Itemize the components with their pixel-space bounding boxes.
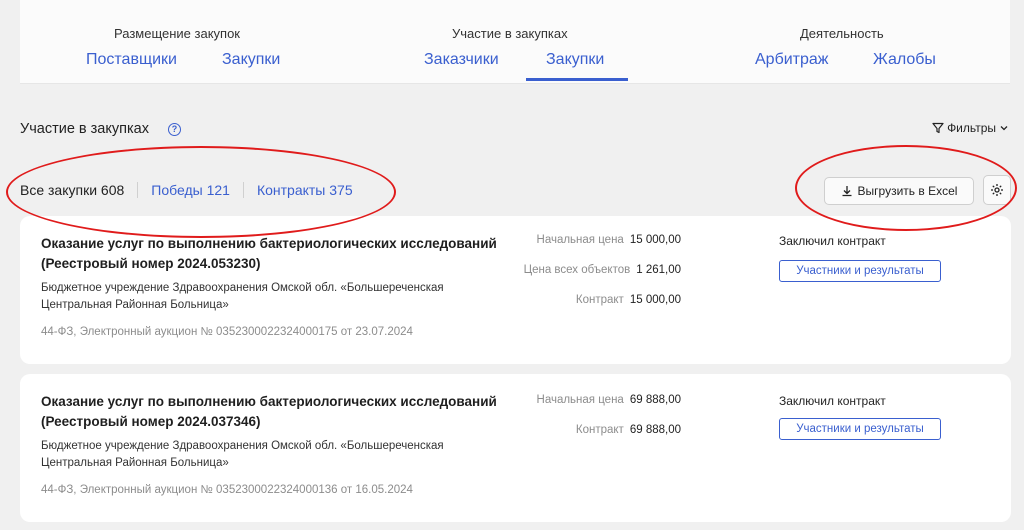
price-row: Контракт 69 888,00: [576, 424, 681, 436]
price-value: 69 888,00: [629, 424, 681, 436]
price-row: Контракт 15 000,00: [576, 294, 681, 306]
participants-results-button[interactable]: Участники и результаты: [779, 260, 941, 282]
customer-name: Бюджетное учреждение Здравоохранения Омс…: [41, 440, 444, 469]
top-navigation: Размещение закупок Поставщики Закупки Уч…: [20, 0, 1010, 84]
price-label: Контракт: [575, 294, 624, 306]
filters-button[interactable]: Фильтры: [932, 121, 1009, 135]
purchase-title[interactable]: Оказание услуг по выполнению бактериолог…: [41, 392, 521, 432]
page-title: Участие в закупках: [20, 121, 149, 137]
price-label: Начальная цена: [536, 394, 624, 406]
nav-group-activity: Деятельность Арбитраж Жалобы: [740, 0, 1000, 84]
purchase-meta: 44-ФЗ, Электронный аукцион № 03523000223…: [41, 484, 413, 496]
active-tab-indicator: [526, 78, 628, 81]
funnel-icon: [932, 122, 944, 134]
price-value: 15 000,00: [629, 234, 681, 246]
purchase-meta: 44-ФЗ, Электронный аукцион № 03523000223…: [41, 326, 413, 338]
price-label: Начальная цена: [536, 234, 624, 246]
status-badge: Заключил контракт: [779, 394, 886, 408]
nav-link-suppliers[interactable]: Поставщики: [86, 51, 177, 69]
customer-name: Бюджетное учреждение Здравоохранения Омс…: [41, 282, 444, 311]
price-value: 15 000,00: [629, 294, 681, 306]
nav-group-title: Деятельность: [800, 26, 884, 41]
price-value: 1 261,00: [636, 264, 681, 276]
nav-group-placement: Размещение закупок Поставщики Закупки: [20, 0, 330, 84]
question-circle-icon[interactable]: ?: [168, 123, 181, 136]
annotation-ellipse-tabs: [6, 146, 396, 238]
purchase-card: Оказание услуг по выполнению бактериолог…: [20, 216, 1011, 364]
price-label: Контракт: [575, 424, 624, 436]
status-badge: Заключил контракт: [779, 234, 886, 248]
nav-link-customers[interactable]: Заказчики: [424, 51, 499, 69]
chevron-down-icon: [1000, 126, 1008, 131]
purchase-title[interactable]: Оказание услуг по выполнению бактериолог…: [41, 234, 521, 274]
annotation-ellipse-export: [795, 145, 1017, 231]
price-label: Цена всех объектов: [523, 264, 631, 276]
purchase-card: Оказание услуг по выполнению бактериолог…: [20, 374, 1011, 522]
filters-label: Фильтры: [947, 121, 996, 135]
price-row: Начальная цена 69 888,00: [537, 394, 681, 406]
nav-link-complaints[interactable]: Жалобы: [873, 51, 936, 69]
participants-results-button[interactable]: Участники и результаты: [779, 418, 941, 440]
nav-group-participation: Участие в закупках Заказчики Закупки: [400, 0, 660, 84]
nav-link-arbitration[interactable]: Арбитраж: [755, 51, 829, 69]
price-row: Цена всех объектов 1 261,00: [524, 264, 681, 276]
nav-link-participation-purchases[interactable]: Закупки: [546, 51, 604, 69]
nav-link-placement-purchases[interactable]: Закупки: [222, 51, 280, 69]
price-row: Начальная цена 15 000,00: [537, 234, 681, 246]
nav-group-title: Размещение закупок: [114, 26, 240, 41]
nav-group-title: Участие в закупках: [452, 26, 568, 41]
price-value: 69 888,00: [629, 394, 681, 406]
